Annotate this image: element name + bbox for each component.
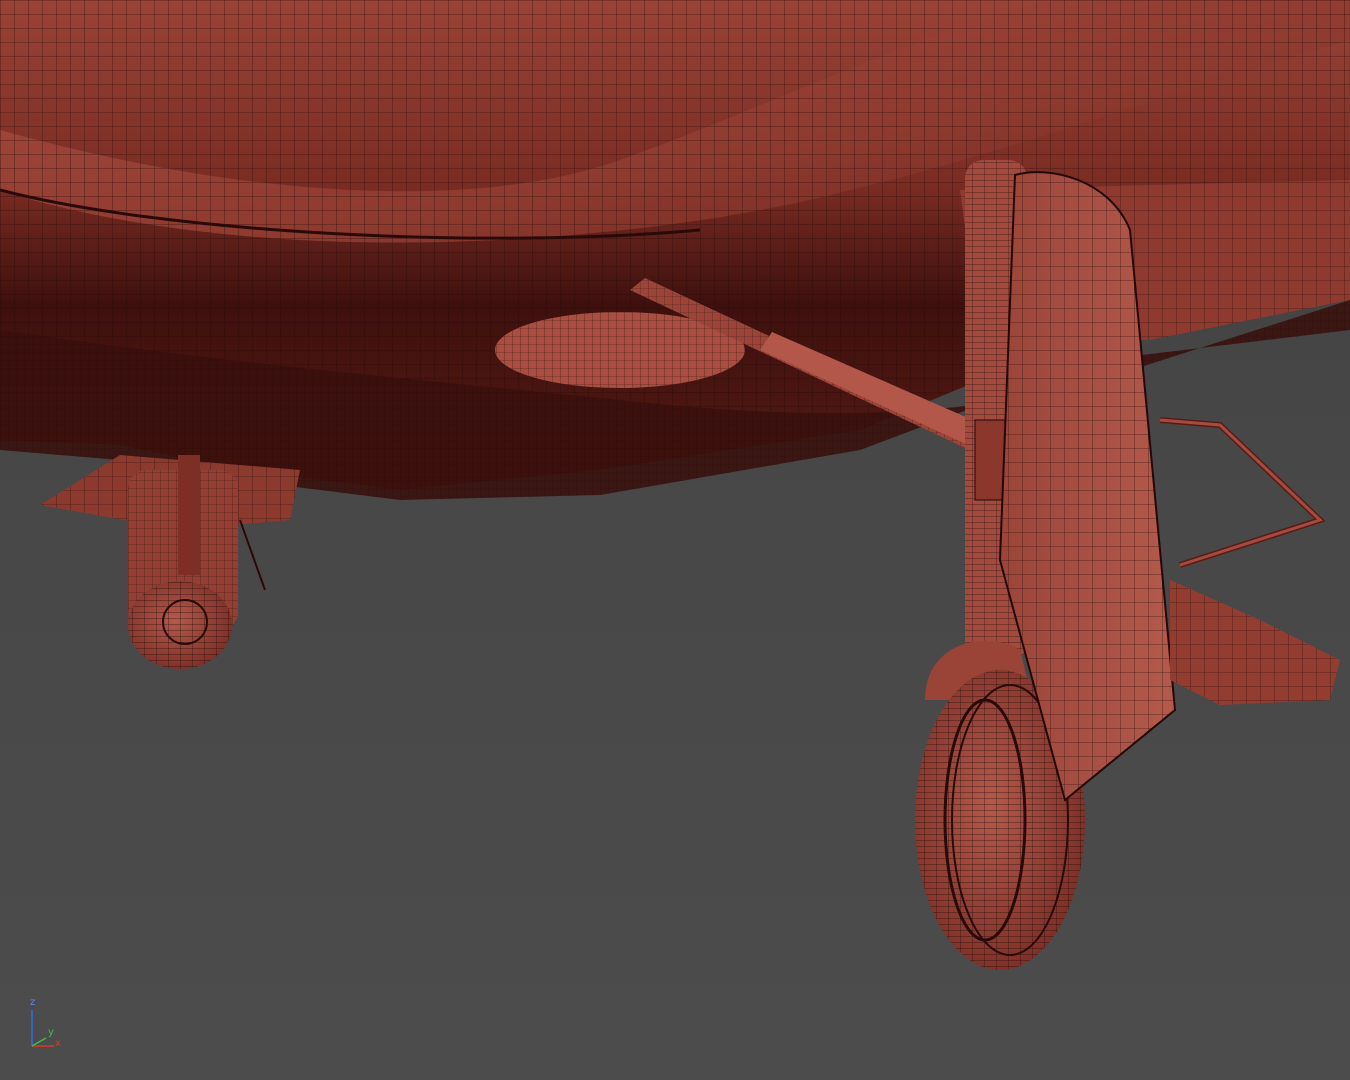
- aircraft-wireframe-render: [0, 0, 1350, 970]
- axis-x-label: x: [55, 1038, 61, 1049]
- side-brace-rod: [1159, 417, 1326, 568]
- 3d-viewport[interactable]: z x y: [0, 0, 1350, 1080]
- axis-z-label: z: [30, 997, 36, 1008]
- axis-y-label: y: [48, 1027, 54, 1038]
- far-gear-parts: [1170, 580, 1340, 705]
- axis-gizmo: z x y: [24, 998, 76, 1054]
